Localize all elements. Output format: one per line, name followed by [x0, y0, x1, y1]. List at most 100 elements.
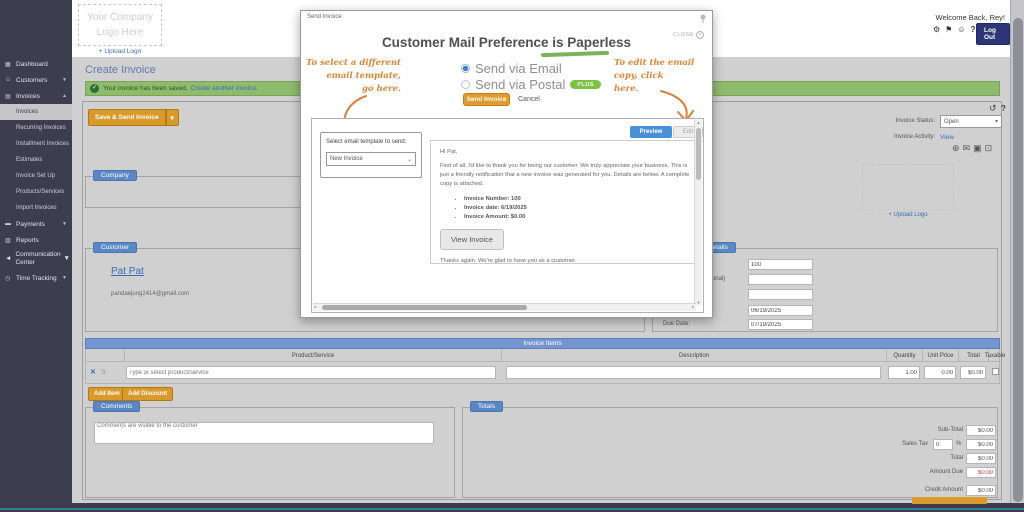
company-logo-placeholder[interactable]: Your Company Logo Here: [78, 4, 162, 46]
template-select[interactable]: New Invoice⌄: [326, 152, 416, 166]
sidebar: ▦Dashboard ☺Customers▼ ▤Invoices▲ Invoic…: [0, 0, 72, 512]
totals-tab: Totals: [470, 401, 503, 412]
dashboard-icon: ▦: [5, 61, 12, 68]
page-scrollbar[interactable]: [1010, 0, 1024, 512]
devices-icon[interactable]: ⊡: [985, 143, 993, 154]
items-header-row: Product/Service Description Quantity Uni…: [85, 349, 1000, 362]
add-discount-button[interactable]: Add Discount: [122, 387, 173, 401]
view-invoice-button[interactable]: View Invoice: [440, 229, 504, 250]
sidebar-item-payments[interactable]: ▬Payments▼: [0, 216, 72, 232]
invoice-activity-view-link[interactable]: View: [940, 134, 954, 141]
quantity-input[interactable]: [888, 366, 920, 379]
like-icon[interactable]: ⚑: [945, 25, 952, 34]
chevron-down-icon: ⌄: [407, 156, 412, 163]
comments-textarea[interactable]: [94, 422, 434, 444]
globe-icon[interactable]: ⊕: [952, 143, 960, 154]
annotation-line: To select a different: [306, 57, 401, 70]
sidebar-subitem-import-invoices[interactable]: Import Invoices: [0, 200, 72, 216]
amount-due-label: Amount Due: [873, 469, 963, 475]
gear-icon[interactable]: ⚙: [933, 25, 940, 34]
cancel-link[interactable]: Cancel: [518, 96, 540, 103]
sidebar-item-customers[interactable]: ☺Customers▼: [0, 72, 72, 88]
radio-selected-icon: [461, 64, 470, 73]
salestax-rate-input[interactable]: [933, 439, 953, 450]
invoice-upload-logo-link[interactable]: + Upload Logo: [862, 212, 954, 218]
customer-tab: Customer: [93, 242, 137, 253]
remove-row-icon[interactable]: ✕: [90, 368, 96, 376]
sidebar-subitem-products-services[interactable]: Products/Services: [0, 184, 72, 200]
template-label: Select email template to send:: [326, 139, 406, 145]
invoices-icon: ▤: [5, 93, 12, 100]
bottom-save-send-button-clipped[interactable]: [912, 497, 987, 504]
annotation-line: email template,: [306, 70, 401, 83]
invoice-date-input[interactable]: [748, 305, 813, 316]
invoice-status-select[interactable]: Open▾: [940, 115, 1002, 128]
product-service-input[interactable]: [126, 366, 496, 379]
reports-icon: ▥: [5, 237, 12, 244]
sidebar-item-reports[interactable]: ▥Reports: [0, 232, 72, 248]
customer-email: pandaejung2414@gmail.com: [111, 291, 189, 297]
preview-horizontal-scrollbar[interactable]: ◂ ▸: [313, 303, 696, 311]
credit-amount-value: [966, 485, 996, 496]
col-total: Total: [958, 349, 988, 362]
sidebar-item-time-tracking[interactable]: ◷Time Tracking▼: [0, 270, 72, 286]
taxable-checkbox[interactable]: [992, 368, 999, 375]
salesperson-input[interactable]: [748, 289, 813, 300]
sidebar-item-dashboard[interactable]: ▦Dashboard: [0, 56, 72, 72]
save-send-invoice-button[interactable]: Save & Send Invoice: [88, 109, 166, 126]
sidebar-item-invoices[interactable]: ▤Invoices▲: [0, 88, 72, 104]
user-icon[interactable]: ☺: [957, 25, 965, 34]
send-via-email-option[interactable]: Send via Email: [461, 61, 562, 76]
drag-handle-icon[interactable]: ⇅: [101, 369, 106, 376]
email-paragraph: First of all, I'd like to thank you for …: [440, 162, 690, 189]
logo-line2: Logo Here: [79, 25, 161, 40]
invoice-number-input[interactable]: [748, 259, 813, 270]
due-date-input[interactable]: [748, 319, 813, 330]
po-number-input[interactable]: [748, 274, 813, 285]
email-closing: Thanks again. We're glad to have you as …: [440, 257, 690, 264]
sidebar-subitem-installment-invoices[interactable]: Installment Invoices: [0, 136, 72, 152]
invoice-logo-placeholder[interactable]: Your Company Logo Here: [862, 164, 954, 210]
sidebar-subitem-recurring-invoices[interactable]: Recurring Invoices: [0, 120, 72, 136]
total-value: [966, 453, 996, 464]
green-brush-underline: [541, 51, 609, 57]
chevron-down-icon: ▼: [63, 255, 69, 263]
logout-button[interactable]: Log Out: [976, 23, 1010, 45]
send-invoice-button[interactable]: Send Invoice: [463, 93, 510, 106]
help-icon[interactable]: ?: [971, 25, 976, 34]
create-another-invoice-link[interactable]: Create another invoice.: [191, 85, 258, 92]
row-total-input[interactable]: [960, 366, 986, 379]
send-via-postal-option[interactable]: Send via Postal PLUS: [461, 77, 601, 92]
mail-icon[interactable]: ✉: [963, 143, 971, 154]
sidebar-subitem-estimates[interactable]: Estimates: [0, 152, 72, 168]
sidebar-subitem-invoices[interactable]: Invoices: [0, 104, 72, 120]
pin-icon[interactable]: [699, 14, 707, 24]
megaphone-icon: ◄: [5, 255, 11, 263]
page-help-icon[interactable]: ?: [1001, 104, 1006, 113]
add-item-button[interactable]: Add Item: [88, 387, 126, 401]
history-icon[interactable]: ↺: [989, 103, 997, 114]
description-input[interactable]: [506, 366, 881, 379]
invoice-items-bar: Invoice Items: [85, 338, 1000, 349]
scrollbar-thumb[interactable]: [1013, 18, 1023, 502]
sidebar-subitem-invoice-set-up[interactable]: Invoice Set Up: [0, 168, 72, 184]
upload-logo-link[interactable]: + Upload Logo: [78, 48, 162, 55]
chevron-down-icon: ▾: [995, 118, 998, 125]
total-label: Total: [873, 455, 963, 461]
preview-vertical-scrollbar[interactable]: ▲▼: [694, 120, 702, 305]
col-unit-price: Unit Price: [922, 349, 958, 362]
printer-icon[interactable]: ▣: [973, 143, 982, 154]
welcome-text: Welcome Back, Rey!: [872, 13, 1005, 22]
invoice-activity-label: Invoice Activity:: [860, 134, 935, 140]
preview-button[interactable]: Preview: [630, 126, 672, 138]
sidebar-label: Time Tracking: [16, 275, 57, 282]
sidebar-item-communication-center[interactable]: ◄Communication Center▼: [0, 248, 72, 270]
payments-icon: ▬: [5, 221, 12, 227]
unit-price-input[interactable]: [924, 366, 956, 379]
customer-name-link[interactable]: Pat Pat: [111, 266, 144, 277]
save-send-dropdown-toggle[interactable]: ▾: [166, 109, 179, 126]
option-label: Send via Email: [475, 61, 562, 76]
chevron-down-icon: ▼: [62, 221, 67, 227]
footer-bar: [0, 503, 1024, 512]
footer-accent-line: [0, 508, 1024, 510]
